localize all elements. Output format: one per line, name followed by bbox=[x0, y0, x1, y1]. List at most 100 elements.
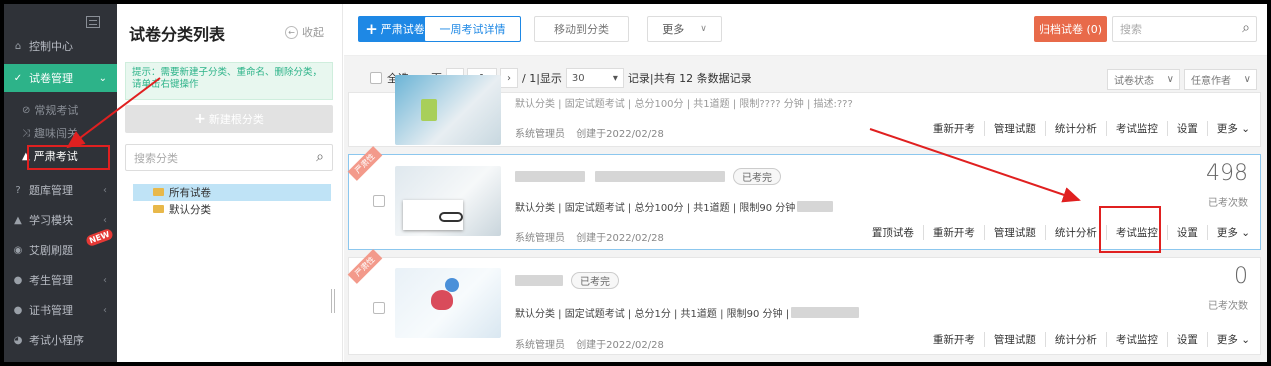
paper-meta: 默认分类 | 固定试题考试 | 总分1分 | 共1道题 | 限制90 分钟 | bbox=[515, 305, 860, 320]
folder-icon bbox=[153, 188, 164, 196]
exam-monitor-link[interactable]: 考试监控 bbox=[1107, 332, 1168, 347]
chevron-down-icon: ⌄ bbox=[1241, 123, 1250, 135]
glasses-illustration bbox=[439, 212, 463, 222]
page-size-value: 30 bbox=[571, 72, 585, 84]
sidebar-item-mini-program[interactable]: ◕ 考试小程序 bbox=[4, 326, 117, 354]
sidebar-item-label: 试卷管理 bbox=[29, 72, 73, 85]
card-checkbox[interactable] bbox=[373, 195, 385, 207]
page-size-select[interactable]: 30 ▾ bbox=[565, 68, 624, 88]
sidebar-item-label: 控制中心 bbox=[29, 40, 73, 53]
resize-handle[interactable] bbox=[331, 289, 335, 313]
card-actions: 重新开考 管理试题 统计分析 考试监控 设置 更多 ⌄ bbox=[924, 332, 1250, 347]
more-link[interactable]: 更多 ⌄ bbox=[1208, 332, 1250, 347]
created-date: 创建于2022/02/28 bbox=[576, 129, 664, 140]
sidebar-item-learning[interactable]: ▲ 学习模块 ‹ bbox=[4, 206, 117, 234]
creator-name: 系统管理员 bbox=[515, 340, 565, 351]
sidebar-item-label: 艾剧刷题 bbox=[29, 244, 73, 257]
creator-name: 系统管理员 bbox=[515, 129, 565, 140]
paper-meta: 默认分类 | 固定试题考试 | 总分100分 | 共1道题 | 限制90 分钟 bbox=[515, 199, 834, 214]
sidebar-item-label: 考试小程序 bbox=[29, 334, 84, 347]
meta-text: 默认分类 | 固定试题考试 | 总分1分 | 共1道题 | 限制90 分钟 | bbox=[515, 309, 790, 320]
status-filter-select[interactable]: 试卷状态 ∨ bbox=[1107, 69, 1180, 90]
card-checkbox[interactable] bbox=[373, 302, 385, 314]
ban-icon: ⊘ bbox=[22, 104, 31, 116]
search-placeholder: 搜索分类 bbox=[134, 151, 178, 165]
move-to-category-button[interactable]: 移动到分类 bbox=[534, 16, 629, 42]
select-all-checkbox[interactable] bbox=[370, 72, 382, 84]
statistics-link[interactable]: 统计分析 bbox=[1046, 121, 1107, 136]
filter-label: 试卷状态 bbox=[1114, 76, 1154, 87]
sidebar-item-dashboard[interactable]: ⌂ 控制中心 bbox=[4, 32, 117, 60]
created-date: 创建于2022/02/28 bbox=[576, 233, 664, 244]
sidebar-sub-regular-exam[interactable]: ⊘ 常规考试 bbox=[4, 100, 117, 120]
paper-thumbnail bbox=[395, 268, 501, 338]
new-root-label: 新建根分类 bbox=[208, 113, 264, 126]
paper-card[interactable]: 默认分类 | 固定试题考试 | 总分100分 | 共1道题 | 限制???? 分… bbox=[348, 75, 1261, 147]
main-content: + 严肃试卷 一周考试详情 移动到分类 更多 ∨ 归档试卷 (0) 搜索 ⌕ 全… bbox=[344, 4, 1267, 362]
collapse-button[interactable]: ← 收起 bbox=[285, 24, 324, 40]
more-link[interactable]: 更多 ⌄ bbox=[1208, 225, 1250, 240]
redacted-text bbox=[515, 275, 563, 286]
chevron-down-icon: ∨ bbox=[1166, 74, 1174, 85]
more-link[interactable]: 更多 ⌄ bbox=[1208, 121, 1250, 136]
sidebar-item-paper-management[interactable]: ✓ 试卷管理 ⌄ bbox=[4, 64, 117, 92]
pin-paper-link[interactable]: 置顶试卷 bbox=[863, 225, 924, 240]
chevron-down-icon: ⌄ bbox=[1241, 334, 1250, 346]
new-root-category-button[interactable]: + 新建根分类 bbox=[125, 105, 333, 133]
chevron-down-icon: ⌄ bbox=[1241, 227, 1250, 239]
exam-count-label: 已考次数 bbox=[1208, 198, 1248, 209]
sidebar-item-question-bank[interactable]: ? 题库管理 ‹ bbox=[4, 176, 117, 204]
manage-questions-link[interactable]: 管理试题 bbox=[985, 332, 1046, 347]
sidebar-item-examinees[interactable]: ● 考生管理 ‹ bbox=[4, 266, 117, 294]
target-icon: ◉ bbox=[13, 244, 23, 256]
restart-exam-link[interactable]: 重新开考 bbox=[924, 332, 985, 347]
tree-node-default-category[interactable]: 默认分类 bbox=[133, 201, 331, 218]
settings-link[interactable]: 设置 bbox=[1168, 121, 1208, 136]
shuffle-icon: ⤨ bbox=[22, 127, 30, 139]
add-strict-exam-button[interactable]: + 严肃试卷 bbox=[358, 16, 432, 42]
created-date: 创建于2022/02/28 bbox=[576, 340, 664, 351]
menu-toggle-icon[interactable] bbox=[86, 16, 100, 28]
check-circle-icon: ✓ bbox=[13, 72, 23, 84]
statistics-link[interactable]: 统计分析 bbox=[1046, 332, 1107, 347]
next-page-button[interactable]: › bbox=[500, 68, 518, 88]
manage-questions-link[interactable]: 管理试题 bbox=[985, 121, 1046, 136]
search-icon[interactable]: ⌕ bbox=[1242, 20, 1250, 36]
restart-exam-link[interactable]: 重新开考 bbox=[924, 225, 985, 240]
archived-papers-button[interactable]: 归档试卷 (0) bbox=[1034, 16, 1107, 42]
exam-monitor-link[interactable]: 考试监控 bbox=[1107, 121, 1168, 136]
status-badge: 已考完 bbox=[571, 272, 619, 289]
search-input[interactable]: 搜索 ⌕ bbox=[1112, 16, 1257, 42]
settings-link[interactable]: 设置 bbox=[1168, 225, 1208, 240]
restart-exam-link[interactable]: 重新开考 bbox=[924, 121, 985, 136]
collapse-label: 收起 bbox=[302, 26, 324, 39]
paper-creator: 系统管理员 创建于2022/02/28 bbox=[515, 125, 664, 140]
more-label: 更多 bbox=[1216, 227, 1238, 239]
strict-ribbon: 严肃性 bbox=[347, 146, 383, 181]
statistics-link[interactable]: 统计分析 bbox=[1046, 225, 1107, 240]
annotation-highlight-strict-exam bbox=[27, 145, 110, 170]
app-window: ⌂ 控制中心 ✓ 试卷管理 ⌄ ⊘ 常规考试 ⤨ 趣味闯关 ▲ 严肃考试 ? 题… bbox=[4, 4, 1267, 362]
creator-name: 系统管理员 bbox=[515, 233, 565, 244]
arrow-left-icon: ← bbox=[285, 25, 298, 39]
settings-link[interactable]: 设置 bbox=[1168, 332, 1208, 347]
author-filter-select[interactable]: 任意作者 ∨ bbox=[1184, 69, 1257, 90]
plus-icon: + bbox=[194, 111, 206, 127]
search-icon[interactable]: ⌕ bbox=[316, 149, 324, 165]
exam-count: 0 bbox=[1234, 264, 1248, 289]
week-exam-detail-button[interactable]: 一周考试详情 bbox=[424, 16, 521, 42]
tree-node-all-papers[interactable]: 所有试卷 bbox=[133, 184, 331, 201]
chevron-down-icon: ∨ bbox=[1243, 74, 1251, 85]
sidebar-item-certificates[interactable]: ● 证书管理 ‹ bbox=[4, 296, 117, 324]
category-search-input[interactable]: 搜索分类 ⌕ bbox=[125, 144, 333, 171]
more-dropdown[interactable]: 更多 ∨ bbox=[647, 16, 722, 42]
button-label: 更多 bbox=[662, 23, 685, 36]
paper-creator: 系统管理员 创建于2022/02/28 bbox=[515, 336, 664, 351]
paper-card[interactable]: 严肃性 已考完 默认分类 | 固定试题考试 | 总分1分 | 共1道题 | 限制… bbox=[347, 249, 1261, 355]
manage-questions-link[interactable]: 管理试题 bbox=[985, 225, 1046, 240]
paper-thumbnail bbox=[395, 166, 501, 236]
folder-icon bbox=[153, 205, 164, 213]
sidebar-sub-fun-challenge[interactable]: ⤨ 趣味闯关 bbox=[4, 123, 117, 143]
caret-down-icon: ▾ bbox=[612, 72, 618, 84]
exam-count: 498 bbox=[1206, 161, 1248, 186]
